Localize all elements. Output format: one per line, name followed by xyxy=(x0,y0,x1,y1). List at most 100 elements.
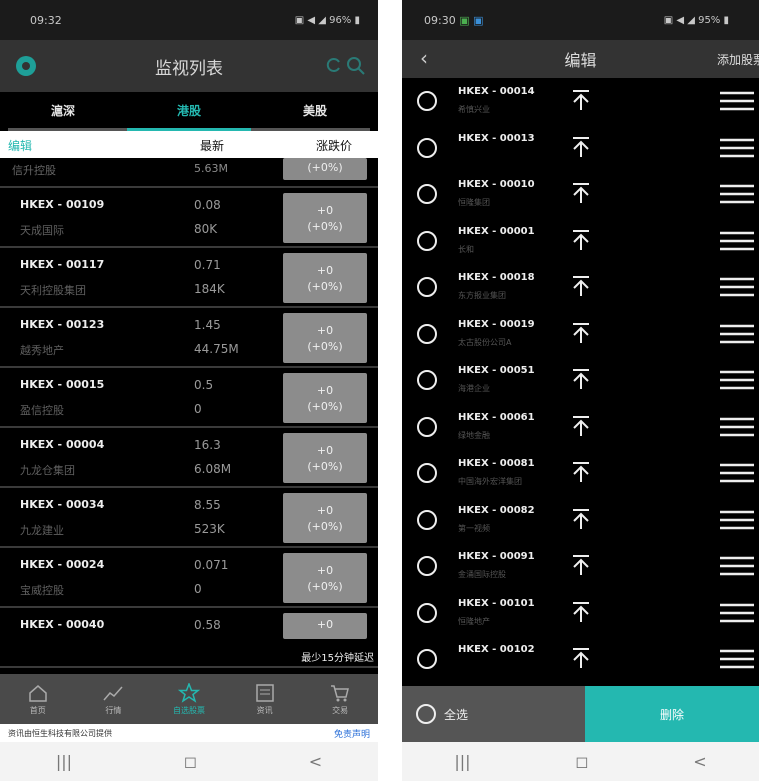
table-row[interactable]: 信升控股 5.63M (+0%) xyxy=(0,158,378,188)
pin-to-top-icon[interactable] xyxy=(570,646,592,670)
table-row[interactable]: HKEX - 00024 宝威控股 0.071 0 +0 (+0%) xyxy=(0,548,378,608)
row-select-radio[interactable] xyxy=(417,184,437,204)
nav-trade[interactable]: 交易 xyxy=(302,674,378,724)
home-button[interactable]: ◻ xyxy=(184,752,197,771)
list-item[interactable]: HKEX - 00019 太古股份公司A xyxy=(402,311,759,358)
table-row[interactable]: HKEX - 00123 越秀地产 1.45 44.75M +0 (+0%) xyxy=(0,308,378,368)
drag-handle-icon[interactable] xyxy=(720,462,754,484)
drag-handle-icon[interactable] xyxy=(720,323,754,345)
row-select-radio[interactable] xyxy=(417,649,437,669)
tab-shanghai-shenzhen[interactable]: 滬深 xyxy=(0,102,126,119)
table-row[interactable]: HKEX - 00117 天利控股集团 0.71 184K +0 (+0%) xyxy=(0,248,378,308)
list-item[interactable]: HKEX - 00051 海港企业 xyxy=(402,357,759,404)
row-select-radio[interactable] xyxy=(417,602,437,623)
tab-hk-stocks[interactable]: 港股 xyxy=(126,102,252,119)
nav-home[interactable]: 首页 xyxy=(0,674,76,724)
drag-handle-icon[interactable] xyxy=(720,602,754,624)
pin-to-top-icon[interactable] xyxy=(570,367,592,391)
back-button[interactable]: < xyxy=(309,752,322,771)
list-item[interactable]: HKEX - 00010 恒隆集团 xyxy=(402,171,759,218)
delete-button[interactable]: 删除 xyxy=(585,686,759,742)
add-stock-button[interactable]: 添加股票 xyxy=(717,51,759,68)
disclaimer-link[interactable]: 免责声明 xyxy=(334,727,370,740)
row-select-radio[interactable] xyxy=(417,416,437,437)
drag-handle-icon[interactable] xyxy=(720,230,754,252)
row-select-radio[interactable] xyxy=(417,556,437,576)
list-item[interactable]: HKEX - 00018 东方报业集团 xyxy=(402,264,759,311)
list-item[interactable]: HKEX - 00013 xyxy=(402,125,759,172)
recents-button[interactable]: ||| xyxy=(56,752,72,771)
drag-handle-icon[interactable] xyxy=(720,509,754,531)
pin-to-top-icon[interactable] xyxy=(570,321,592,345)
table-row[interactable]: HKEX - 00015 盈信控股 0.5 0 +0 (+0%) xyxy=(0,368,378,428)
change-badge[interactable]: +0 (+0%) xyxy=(283,313,367,363)
change-badge[interactable]: (+0%) xyxy=(283,158,367,180)
row-select-radio[interactable] xyxy=(417,137,437,158)
change-badge[interactable]: +0 (+0%) xyxy=(283,253,367,303)
edit-stock-list[interactable]: HKEX - 00014 希慎兴业 HKEX - 00013 HKEX - 00010… xyxy=(402,78,759,684)
list-item[interactable]: HKEX - 00091 金涌国际控股 xyxy=(402,543,759,590)
table-row[interactable]: HKEX - 00109 天成国际 0.08 80K +0 (+0%) xyxy=(0,188,378,248)
select-all-radio[interactable] xyxy=(416,704,436,724)
home-button[interactable]: ◻ xyxy=(575,752,588,771)
row-select-radio[interactable] xyxy=(417,323,437,344)
back-button[interactable]: < xyxy=(693,752,706,771)
edit-link[interactable]: 编辑 xyxy=(8,137,200,154)
row-select-radio[interactable] xyxy=(417,370,437,390)
nav-watchlist[interactable]: 自选股票 xyxy=(151,674,227,724)
pin-to-top-icon[interactable] xyxy=(570,414,592,438)
pin-to-top-icon[interactable] xyxy=(570,460,592,484)
recents-button[interactable]: ||| xyxy=(454,752,470,771)
settings-icon[interactable] xyxy=(14,54,38,78)
back-chevron-icon[interactable]: ‹ xyxy=(420,46,428,70)
drag-handle-icon[interactable] xyxy=(720,416,754,438)
pin-to-top-icon[interactable] xyxy=(570,274,592,298)
refresh-icon[interactable] xyxy=(326,54,342,76)
table-row[interactable]: HKEX - 00004 九龙仓集团 16.3 6.08M +0 (+0%) xyxy=(0,428,378,488)
drag-handle-icon[interactable] xyxy=(720,648,754,670)
select-all-button[interactable]: 全选 xyxy=(402,686,585,742)
drag-handle-icon[interactable] xyxy=(720,90,754,112)
pin-to-top-icon[interactable] xyxy=(570,228,592,252)
list-item[interactable]: HKEX - 00101 恒隆地产 xyxy=(402,590,759,637)
list-item[interactable]: HKEX - 00102 xyxy=(402,636,759,683)
stock-code: HKEX - 00081 xyxy=(458,458,535,469)
pin-to-top-icon[interactable] xyxy=(570,600,592,624)
pin-to-top-icon[interactable] xyxy=(570,507,592,531)
pin-to-top-icon[interactable] xyxy=(570,88,592,112)
list-item[interactable]: HKEX - 00001 长和 xyxy=(402,218,759,265)
row-select-radio[interactable] xyxy=(417,463,437,483)
change-badge[interactable]: +0 (+0%) xyxy=(283,433,367,483)
drag-handle-icon[interactable] xyxy=(720,369,754,391)
pin-to-top-icon[interactable] xyxy=(570,181,592,205)
table-row[interactable]: HKEX - 00034 九龙建业 8.55 523K +0 (+0%) xyxy=(0,488,378,548)
list-item[interactable]: HKEX - 00081 中国海外宏洋集团 xyxy=(402,450,759,497)
row-select-radio[interactable] xyxy=(417,277,437,297)
list-item[interactable]: HKEX - 00061 绿地金融 xyxy=(402,404,759,451)
row-select-radio[interactable] xyxy=(417,509,437,530)
drag-handle-icon[interactable] xyxy=(720,276,754,298)
search-icon[interactable] xyxy=(346,54,366,76)
change-badge[interactable]: +0 xyxy=(283,613,367,639)
row-select-radio[interactable] xyxy=(417,91,437,111)
list-item[interactable]: HKEX - 00014 希慎兴业 xyxy=(402,78,759,125)
latest-column[interactable]: 最新 xyxy=(200,137,298,154)
list-item[interactable]: HKEX - 00082 第一视频 xyxy=(402,497,759,544)
tab-us-stocks[interactable]: 美股 xyxy=(252,102,378,119)
stock-list[interactable]: 信升控股 5.63M (+0%) HKEX - 00109 天成国际 0.08 … xyxy=(0,158,378,674)
drag-handle-icon[interactable] xyxy=(720,137,754,159)
nav-market[interactable]: 行情 xyxy=(76,674,152,724)
pin-to-top-icon[interactable] xyxy=(570,553,592,577)
row-select-radio[interactable] xyxy=(417,230,437,251)
change-badge[interactable]: +0 (+0%) xyxy=(283,373,367,423)
drag-handle-icon[interactable] xyxy=(720,183,754,205)
pin-to-top-icon[interactable] xyxy=(570,135,592,159)
nav-news[interactable]: 资讯 xyxy=(227,674,303,724)
drag-handle-icon[interactable] xyxy=(720,555,754,577)
change-badge[interactable]: +0 (+0%) xyxy=(283,493,367,543)
change-badge[interactable]: +0 (+0%) xyxy=(283,193,367,243)
change-badge[interactable]: +0 (+0%) xyxy=(283,553,367,603)
stock-code: HKEX - 00018 xyxy=(458,272,535,283)
change-column[interactable]: 涨跌价 xyxy=(298,137,370,154)
table-row[interactable]: HKEX - 00040 0.58 +0 最少15分钟延迟 xyxy=(0,608,378,668)
